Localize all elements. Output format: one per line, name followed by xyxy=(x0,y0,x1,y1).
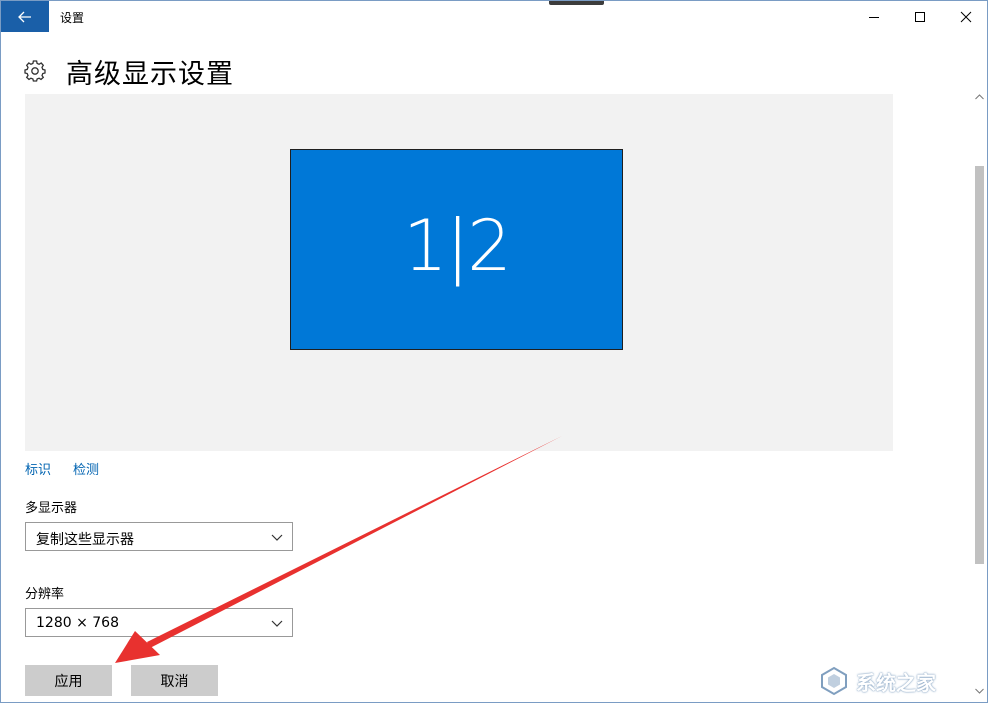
maximize-button[interactable] xyxy=(897,1,943,32)
multi-display-dropdown[interactable]: 复制这些显示器 xyxy=(25,522,293,551)
chevron-down-icon xyxy=(271,534,283,541)
close-icon xyxy=(960,11,972,22)
identify-link[interactable]: 标识 xyxy=(25,459,51,478)
minimize-icon xyxy=(869,16,879,18)
watermark: 系统之家 xyxy=(818,662,978,700)
page-title: 高级显示设置 xyxy=(66,59,234,90)
detect-link[interactable]: 检测 xyxy=(73,459,99,478)
maximize-icon xyxy=(915,11,925,22)
resolution-value: 1280 × 768 xyxy=(36,615,119,631)
multi-display-label: 多显示器 xyxy=(25,501,78,516)
title-bar: 设置 xyxy=(1,1,987,32)
chevron-down-icon xyxy=(271,620,283,627)
top-notch xyxy=(549,1,604,5)
close-button[interactable] xyxy=(943,1,988,32)
gear-icon xyxy=(24,60,46,82)
monitor-label: 1|2 xyxy=(403,204,512,287)
multi-display-value: 复制这些显示器 xyxy=(36,532,134,548)
resolution-label: 分辨率 xyxy=(25,587,65,602)
back-button[interactable] xyxy=(1,1,49,32)
watermark-logo-icon xyxy=(821,666,847,696)
window-title: 设置 xyxy=(60,11,85,25)
scroll-up-icon[interactable] xyxy=(975,94,984,100)
apply-button[interactable]: 应用 xyxy=(25,665,112,696)
monitor-tile[interactable]: 1|2 xyxy=(290,149,623,350)
cancel-button[interactable]: 取消 xyxy=(131,665,218,696)
watermark-text: 系统之家 xyxy=(856,670,936,695)
vertical-scrollbar[interactable] xyxy=(972,90,986,702)
minimize-button[interactable] xyxy=(851,1,897,32)
resolution-dropdown[interactable]: 1280 × 768 xyxy=(25,608,293,637)
scrollbar-thumb[interactable] xyxy=(975,166,984,564)
display-preview-area: 1|2 xyxy=(25,94,893,451)
back-arrow-icon xyxy=(18,11,31,22)
